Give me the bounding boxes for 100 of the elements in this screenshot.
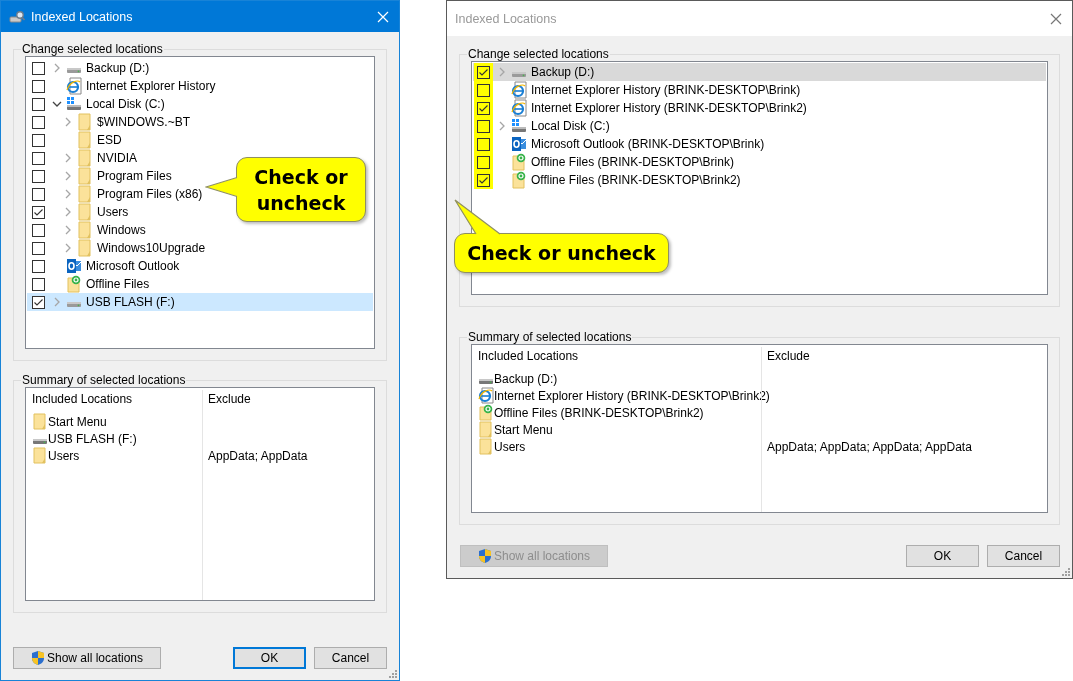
- checkbox[interactable]: [29, 203, 48, 221]
- location-text: Start Menu: [48, 414, 107, 429]
- checkbox[interactable]: [29, 59, 48, 77]
- group-label: Summary of selected locations: [21, 373, 187, 387]
- item-label: Program Files (x86): [97, 187, 203, 201]
- item-label: Windows10Upgrade: [97, 241, 206, 255]
- window-title: Indexed Locations: [31, 9, 134, 24]
- item-label: Microsoft Outlook (BRINK-DESKTOP\Brink): [531, 137, 765, 151]
- tree-row[interactable]: Windows: [27, 221, 150, 239]
- checkbox[interactable]: [29, 167, 48, 185]
- tree-row[interactable]: ESD: [27, 131, 126, 149]
- tree-row[interactable]: Offline Files (BRINK-DESKTOP\Brink): [473, 153, 738, 171]
- item-label: Users: [97, 205, 129, 219]
- item-label: $WINDOWS.~BT: [97, 115, 190, 129]
- web-page-icon: [511, 99, 527, 117]
- group-label: Change selected locations: [21, 42, 164, 56]
- item-label: ESD: [97, 133, 122, 147]
- drive-icon: [32, 437, 48, 445]
- callout-text: Check or uncheck: [467, 241, 656, 266]
- resize-grip-icon[interactable]: [389, 670, 397, 678]
- checkbox[interactable]: [474, 99, 493, 117]
- mail-icon: [66, 258, 82, 274]
- tree-row[interactable]: Offline Files (BRINK-DESKTOP\Brink2): [473, 171, 745, 189]
- checkbox[interactable]: [29, 149, 48, 167]
- checkbox[interactable]: [29, 239, 48, 257]
- callout-text: Check or uncheck: [253, 164, 349, 216]
- checkbox[interactable]: [29, 131, 48, 149]
- checkbox[interactable]: [29, 275, 48, 293]
- web-page-icon: [478, 387, 494, 404]
- sync-folder-icon: [66, 275, 82, 293]
- checkbox[interactable]: [29, 113, 48, 131]
- mail-icon: [511, 136, 527, 152]
- column-header[interactable]: Exclude: [202, 392, 251, 406]
- column-header[interactable]: Included Locations: [472, 349, 761, 363]
- tree-row[interactable]: Program Files (x86): [27, 185, 207, 203]
- tree-row[interactable]: Backup (D:): [473, 63, 1046, 81]
- item-label: Offline Files (BRINK-DESKTOP\Brink2): [531, 173, 741, 187]
- dialog-button[interactable]: Cancel: [314, 647, 387, 669]
- tree-row[interactable]: Windows10Upgrade: [27, 239, 210, 257]
- tree-row[interactable]: Local Disk (C:): [473, 117, 614, 135]
- checkbox[interactable]: [474, 117, 493, 135]
- item-label: Offline Files (BRINK-DESKTOP\Brink): [531, 155, 734, 169]
- tree-row[interactable]: $WINDOWS.~BT: [27, 113, 194, 131]
- column-header[interactable]: Included Locations: [26, 392, 202, 406]
- checkbox[interactable]: [474, 63, 493, 81]
- folder-icon: [77, 221, 93, 239]
- collapse-chevron-icon[interactable]: [51, 101, 62, 107]
- item-label: Internet Explorer History (BRINK-DESKTOP\Brink2): [531, 101, 807, 115]
- sync-folder-icon: [478, 404, 494, 421]
- tree-row[interactable]: Internet Explorer History: [27, 77, 220, 95]
- checkbox[interactable]: [474, 171, 493, 189]
- group-label: Change selected locations: [467, 47, 610, 61]
- location-text: Backup (D:): [494, 371, 558, 386]
- checkbox[interactable]: [29, 77, 48, 95]
- tree-row[interactable]: Microsoft Outlook: [27, 257, 184, 275]
- item-label: Backup (D:): [86, 61, 150, 75]
- checkbox[interactable]: [474, 153, 493, 171]
- checkbox[interactable]: [474, 81, 493, 99]
- item-label: Backup (D:): [531, 65, 595, 79]
- folder-icon: [77, 149, 93, 167]
- drive-icon: [66, 67, 82, 74]
- default-button[interactable]: OK: [233, 647, 306, 669]
- shield-icon: [477, 548, 492, 564]
- tree-row[interactable]: Internet Explorer History (BRINK-DESKTOP\Brink): [473, 81, 805, 99]
- checkbox[interactable]: [29, 95, 48, 113]
- folder-icon: [77, 239, 93, 257]
- drive-icon: [478, 377, 494, 385]
- window-title: Indexed Locations: [455, 11, 558, 26]
- location-text: Start Menu: [494, 422, 553, 437]
- show-all-button[interactable]: Show all locations: [13, 647, 161, 669]
- tree-row[interactable]: Offline Files: [27, 275, 154, 293]
- tree-row[interactable]: Users: [27, 203, 133, 221]
- folder-icon: [478, 438, 494, 455]
- checkbox[interactable]: [29, 185, 48, 203]
- item-label: USB FLASH (F:): [86, 295, 175, 309]
- web-page-icon: [66, 77, 82, 95]
- checkbox[interactable]: [29, 221, 48, 239]
- tree-row[interactable]: USB FLASH (F:): [27, 293, 373, 311]
- item-label: Offline Files: [86, 277, 150, 291]
- drive-icon: [66, 301, 82, 308]
- tree-row[interactable]: NVIDIA: [27, 149, 141, 167]
- shield-icon: [30, 650, 45, 666]
- folder-icon: [77, 113, 93, 131]
- folder-icon: [77, 203, 93, 221]
- drive-icon: [511, 71, 527, 78]
- checkbox[interactable]: [474, 135, 493, 153]
- checkbox[interactable]: [29, 257, 48, 275]
- column-header[interactable]: Exclude: [761, 349, 810, 363]
- tree-row[interactable]: Local Disk (C:): [27, 95, 169, 113]
- location-text: Users: [494, 439, 526, 454]
- tree-row[interactable]: Backup (D:): [27, 59, 154, 77]
- tree-row[interactable]: Microsoft Outlook (BRINK-DESKTOP\Brink): [473, 135, 769, 153]
- item-label: Program Files: [97, 169, 172, 183]
- checkbox[interactable]: [29, 293, 48, 311]
- windows-drive-icon: [511, 118, 527, 134]
- location-text: Users: [48, 448, 80, 463]
- tree-row[interactable]: Program Files: [27, 167, 176, 185]
- tree-row[interactable]: Internet Explorer History (BRINK-DESKTOP\Brink2): [473, 99, 811, 117]
- sync-folder-icon: [511, 153, 527, 171]
- item-label: Microsoft Outlook: [86, 259, 180, 273]
